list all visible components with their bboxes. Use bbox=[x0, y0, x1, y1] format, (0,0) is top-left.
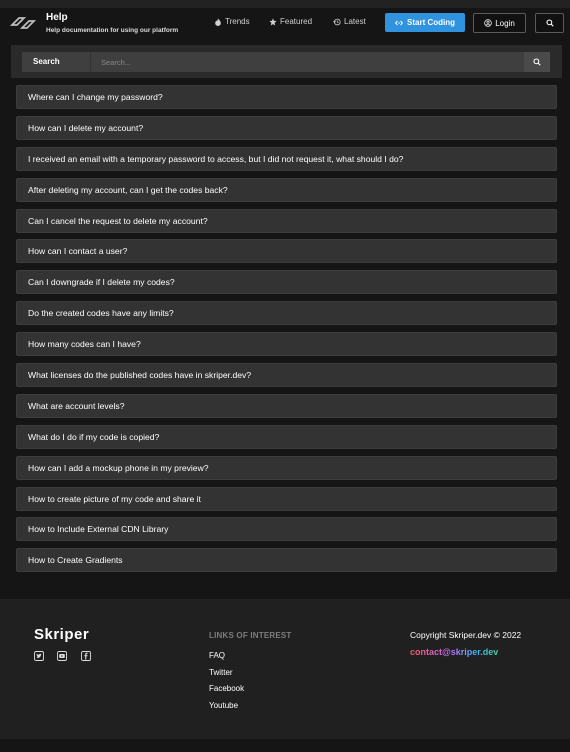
contact-email-link[interactable]: contact@skriper.dev bbox=[410, 647, 498, 657]
faq-item[interactable]: How many codes can I have? bbox=[16, 332, 557, 357]
footer-link-faq[interactable]: FAQ bbox=[209, 651, 225, 660]
page-title: Help bbox=[46, 12, 68, 23]
faq-item[interactable]: How to Create Gradients bbox=[16, 548, 557, 573]
faq-list: Where can I change my password? How can … bbox=[16, 85, 557, 579]
footer-link-youtube[interactable]: Youtube bbox=[209, 701, 238, 710]
footer-link-facebook[interactable]: Facebook bbox=[209, 684, 244, 693]
faq-item[interactable]: After deleting my account, can I get the… bbox=[16, 177, 557, 202]
faq-item[interactable]: What do I do if my code is copied? bbox=[16, 424, 557, 449]
search-icon bbox=[533, 58, 541, 66]
code-icon bbox=[395, 20, 403, 25]
page-subtitle: Help documentation for using our platfor… bbox=[46, 27, 179, 34]
faq-item[interactable]: How can I contact a user? bbox=[16, 239, 557, 264]
fire-icon bbox=[215, 17, 221, 26]
header-search-button[interactable] bbox=[535, 13, 564, 33]
login-label: Login bbox=[495, 18, 515, 28]
faq-item[interactable]: Can I downgrade if I delete my codes? bbox=[16, 270, 557, 295]
search-icon bbox=[545, 19, 554, 27]
footer-brand: Skriper bbox=[34, 626, 90, 643]
search-submit-button[interactable] bbox=[524, 52, 550, 72]
nav-trends-label: Trends bbox=[225, 17, 250, 26]
user-circle-icon bbox=[484, 19, 492, 27]
nav-latest-label: Latest bbox=[344, 17, 366, 26]
faq-item[interactable]: What are account levels? bbox=[16, 393, 557, 418]
links-heading: LINKS OF INTEREST bbox=[209, 631, 292, 640]
faq-item[interactable]: How to Include External CDN Library bbox=[16, 517, 557, 542]
facebook-icon[interactable] bbox=[81, 651, 91, 661]
history-icon bbox=[333, 18, 341, 25]
nav-featured-label: Featured bbox=[280, 17, 313, 26]
faq-item[interactable]: What licenses do the published codes hav… bbox=[16, 363, 557, 388]
start-coding-label: Start Coding bbox=[407, 18, 455, 27]
nav-trends[interactable]: Trends bbox=[214, 17, 250, 26]
top-strip bbox=[0, 0, 570, 8]
faq-item[interactable]: How can I add a mockup phone in my previ… bbox=[16, 455, 557, 480]
login-button[interactable]: Login bbox=[473, 13, 526, 33]
faq-item[interactable]: Where can I change my password? bbox=[16, 85, 557, 109]
bottom-strip bbox=[0, 739, 570, 752]
nav-latest[interactable]: Latest bbox=[333, 17, 366, 26]
star-icon bbox=[269, 17, 277, 26]
faq-item[interactable]: How can I delete my account? bbox=[16, 115, 557, 140]
copyright-text: Copyright Skriper.dev © 2022 bbox=[410, 630, 522, 640]
header: Help Help documentation for using our pl… bbox=[0, 8, 570, 44]
footer-link-twitter[interactable]: Twitter bbox=[209, 668, 233, 677]
faq-item[interactable]: How to create picture of my code and sha… bbox=[16, 486, 557, 511]
faq-item[interactable]: Can I cancel the request to delete my ac… bbox=[16, 208, 557, 233]
twitter-icon[interactable] bbox=[34, 651, 44, 661]
search-label: Search bbox=[22, 52, 90, 72]
start-coding-button[interactable]: Start Coding bbox=[385, 13, 465, 32]
footer bbox=[0, 599, 570, 739]
skriper-logo-icon[interactable] bbox=[10, 14, 36, 32]
faq-item[interactable]: I received an email with a temporary pas… bbox=[16, 146, 557, 171]
youtube-icon[interactable] bbox=[57, 651, 67, 661]
search-input[interactable] bbox=[90, 52, 524, 72]
nav-featured[interactable]: Featured bbox=[269, 17, 312, 26]
faq-item[interactable]: Do the created codes have any limits? bbox=[16, 301, 557, 326]
